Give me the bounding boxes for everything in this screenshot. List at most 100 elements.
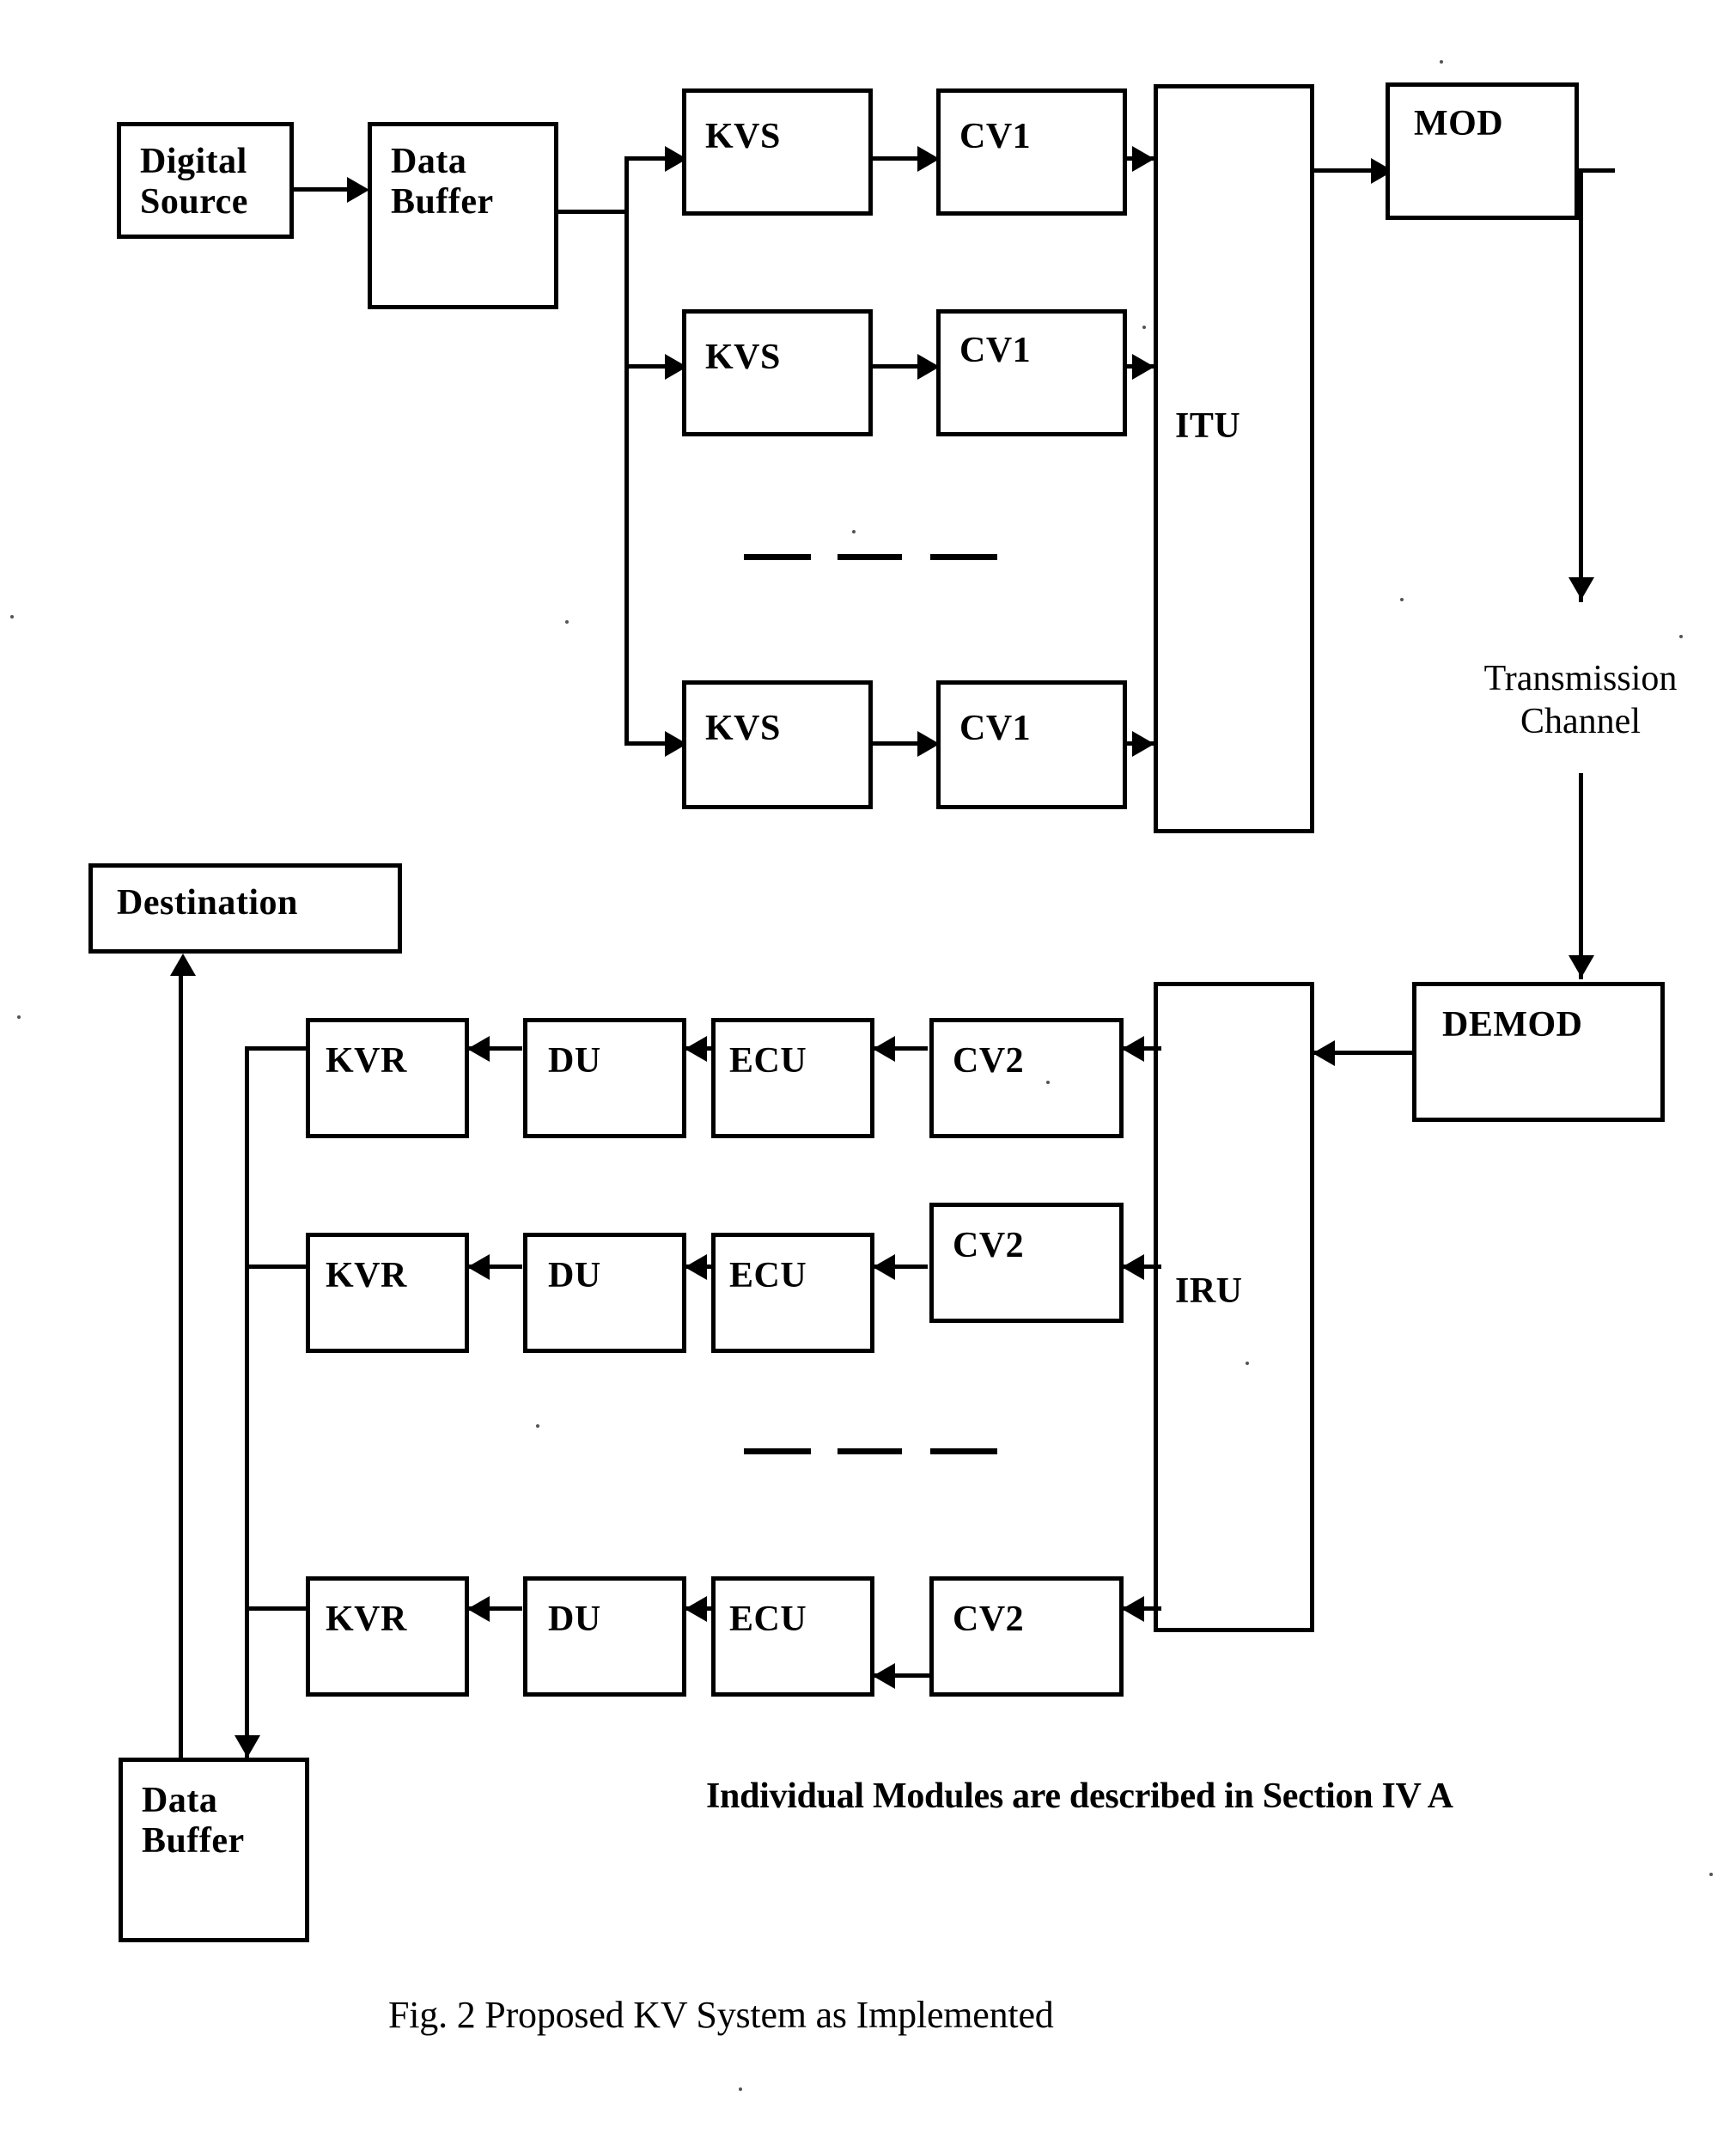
block-destination-label: Destination: [117, 883, 298, 923]
connector-mod-out-stub: [1579, 168, 1615, 173]
connector-bus-to-kvr-2: [245, 1265, 309, 1269]
arrowhead-iru-to-cv2-2: [1122, 1254, 1144, 1280]
arrowhead-cv2-2-to-ecu2: [873, 1254, 895, 1280]
block-digital-source: Digital Source: [117, 122, 294, 239]
block-ecu-1-label: ECU: [729, 1041, 807, 1081]
block-rx-data-buffer: Data Buffer: [119, 1758, 309, 1942]
arrowhead-cv1-1-to-itu: [1132, 146, 1154, 172]
figure-note: Individual Modules are described in Sect…: [706, 1776, 1453, 1816]
block-ecu-2-label: ECU: [729, 1256, 807, 1295]
connector-itu-to-mod: [1314, 168, 1378, 173]
scan-speck: [1440, 60, 1443, 64]
connector-tx-distribution-bus: [624, 156, 629, 746]
block-ecu-2: ECU: [711, 1233, 874, 1353]
figure-caption: Fig. 2 Proposed KV System as Implemented: [388, 1994, 1054, 2036]
block-kvs-3: KVS: [682, 680, 873, 809]
arrowhead-du3-to-kvr3: [467, 1596, 490, 1622]
block-kvr-3: KVR: [306, 1576, 469, 1697]
block-kvr-1-label: KVR: [326, 1041, 407, 1081]
block-kvr-2: KVR: [306, 1233, 469, 1353]
scan-speck: [1046, 1081, 1050, 1084]
block-kvr-1: KVR: [306, 1018, 469, 1138]
block-itu: ITU: [1154, 84, 1314, 833]
block-iru-label: IRU: [1175, 1271, 1243, 1311]
arrowhead-source-to-buffer: [347, 177, 369, 203]
block-demod: DEMOD: [1412, 982, 1665, 1122]
block-du-3: DU: [523, 1576, 686, 1697]
ellipsis-dash-tx-3: [930, 554, 997, 560]
scan-speck: [536, 1424, 539, 1428]
block-demod-label: DEMOD: [1442, 1005, 1583, 1045]
block-cv2-3-label: CV2: [953, 1600, 1025, 1639]
block-kvs-2: KVS: [682, 309, 873, 436]
arrowhead-demod-to-iru: [1313, 1040, 1335, 1066]
block-rx-data-buffer-label: Data Buffer: [142, 1781, 245, 1862]
arrowhead-ecu2-to-du2: [685, 1254, 707, 1280]
arrowhead-cv1-3-to-itu: [1132, 731, 1154, 757]
arrowhead-mod-down: [1568, 577, 1594, 600]
connector-kvs2-to-cv1: [873, 364, 924, 369]
connector-bus-to-kvr-1: [245, 1046, 309, 1051]
block-cv2-1: CV2: [929, 1018, 1124, 1138]
arrowhead-cv2-3-to-ecu3: [873, 1663, 895, 1689]
scan-speck: [1400, 598, 1404, 601]
scan-speck: [1142, 326, 1146, 329]
block-ecu-1: ECU: [711, 1018, 874, 1138]
block-cv2-1-label: CV2: [953, 1041, 1025, 1081]
block-cv1-2: CV1: [936, 309, 1127, 436]
block-tx-data-buffer: Data Buffer: [368, 122, 558, 309]
connector-rx-collection-bus: [245, 1046, 249, 1761]
connector-rxbuffer-to-destination: [179, 972, 183, 1761]
connector-bus-to-kvr-3: [245, 1606, 309, 1611]
block-du-2-label: DU: [548, 1256, 601, 1295]
connector-source-to-buffer: [294, 187, 354, 192]
block-iru: IRU: [1154, 982, 1314, 1632]
ellipsis-dash-tx-2: [838, 554, 902, 560]
block-cv1-2-label: CV1: [959, 331, 1032, 370]
block-cv1-1-label: CV1: [959, 117, 1032, 156]
arrowhead-du1-to-kvr1: [467, 1036, 490, 1062]
block-du-1: DU: [523, 1018, 686, 1138]
scan-speck: [565, 620, 569, 624]
block-tx-data-buffer-label: Data Buffer: [391, 142, 494, 222]
block-destination: Destination: [88, 863, 402, 954]
block-cv1-1: CV1: [936, 88, 1127, 216]
scan-speck: [10, 615, 14, 619]
arrowhead-to-destination: [170, 954, 196, 976]
block-kvs-1-label: KVS: [705, 117, 781, 156]
scan-speck: [1679, 635, 1683, 638]
block-digital-source-label: Digital Source: [140, 142, 248, 222]
block-mod: MOD: [1386, 82, 1579, 220]
transmission-channel-label: Transmission Channel: [1483, 659, 1678, 742]
block-kvs-1: KVS: [682, 88, 873, 216]
scan-speck: [1709, 1873, 1713, 1876]
block-cv1-3-label: CV1: [959, 709, 1032, 748]
block-kvr-2-label: KVR: [326, 1256, 407, 1295]
ellipsis-dash-rx-2: [838, 1448, 902, 1454]
connector-buffer-bus-stub: [558, 210, 629, 214]
figure-canvas: Digital Source Data Buffer KVS CV1 KVS C…: [0, 0, 1736, 2139]
scan-speck: [739, 2087, 742, 2091]
arrowhead-cv1-2-to-itu: [1132, 354, 1154, 380]
block-cv1-3: CV1: [936, 680, 1127, 809]
block-ecu-3-label: ECU: [729, 1600, 807, 1639]
ellipsis-dash-rx-1: [744, 1448, 811, 1454]
block-cv2-2: CV2: [929, 1203, 1124, 1323]
block-itu-label: ITU: [1175, 406, 1241, 446]
connector-kvs3-to-cv1: [873, 741, 924, 746]
connector-mod-down: [1579, 168, 1583, 602]
scan-speck: [1246, 1362, 1249, 1365]
ellipsis-dash-tx-1: [744, 554, 811, 560]
arrowhead-iru-to-cv2-3: [1122, 1596, 1144, 1622]
block-du-1-label: DU: [548, 1041, 601, 1081]
block-kvs-3-label: KVS: [705, 709, 781, 748]
block-du-3-label: DU: [548, 1600, 601, 1639]
block-cv2-3: CV2: [929, 1576, 1124, 1697]
scan-speck: [17, 1015, 21, 1019]
arrowhead-channel-to-demod: [1568, 955, 1594, 978]
block-cv2-2-label: CV2: [953, 1226, 1025, 1265]
scan-speck: [852, 530, 856, 533]
arrowhead-bus-to-rxbuffer: [235, 1735, 260, 1758]
arrowhead-du2-to-kvr2: [467, 1254, 490, 1280]
block-ecu-3: ECU: [711, 1576, 874, 1697]
